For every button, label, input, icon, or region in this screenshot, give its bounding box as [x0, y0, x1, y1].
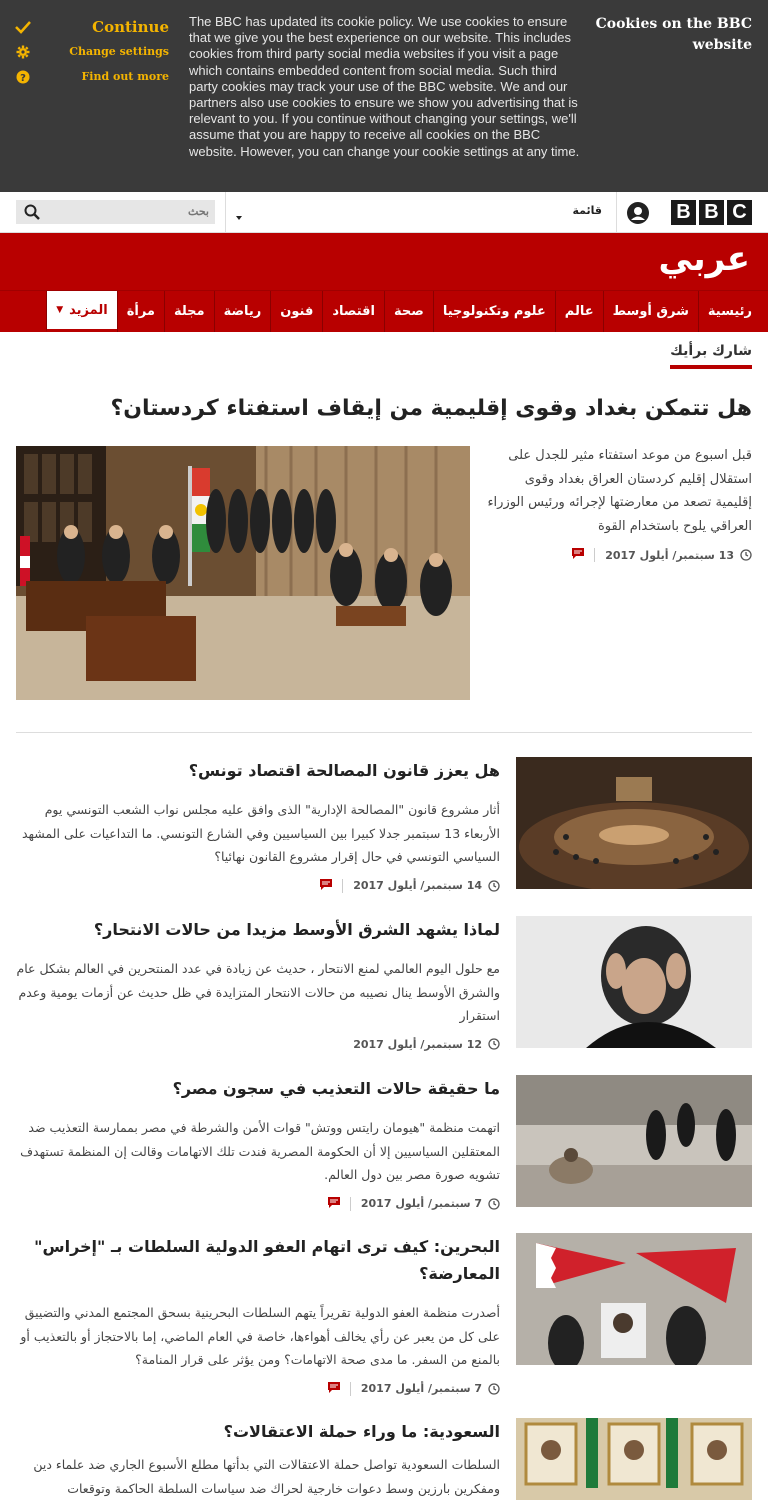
story-headline[interactable]: البحرين: كيف ترى اتهام العفو الدولية الس…: [16, 1233, 500, 1287]
list-item: البحرين: كيف ترى اتهام العفو الدولية الس…: [16, 1233, 752, 1403]
top-story-summary: قبل اسبوع من موعد استفتاء مثير للجدل على…: [487, 448, 752, 534]
find-out-more-link[interactable]: ? Find out more: [14, 64, 169, 89]
story-summary: السلطات السعودية تواصل حملة الاعتقالات ا…: [33, 1457, 500, 1496]
nav-item-world[interactable]: عالم: [554, 291, 603, 332]
nav-item-science-tech[interactable]: علوم وتكنولوجيا: [432, 291, 555, 332]
story-date: 7 سبتمبر/ أيلول 2017: [360, 1197, 482, 1210]
story-summary: أصدرت منظمة العفو الدولية تقريراً يتهم ا…: [20, 1305, 500, 1367]
story-thumbnail[interactable]: [516, 1233, 752, 1365]
top-story-headline[interactable]: هل تتمكن بغداد وقوى إقليمية من إيقاف است…: [16, 392, 752, 426]
top-story-image[interactable]: [16, 446, 470, 700]
divider: [616, 192, 617, 233]
story-date: 14 سبتمبر/ أيلول 2017: [353, 879, 482, 892]
story-headline[interactable]: هل يعزز قانون المصالحة اقتصاد تونس؟: [16, 757, 500, 784]
help-icon: ?: [14, 70, 32, 84]
masthead: B B C قائمة: [0, 192, 768, 233]
story-thumbnail[interactable]: [516, 757, 752, 889]
story-thumbnail[interactable]: [516, 916, 752, 1048]
caret-down-icon: ▼: [56, 305, 64, 315]
section-title[interactable]: شارك برأيك: [670, 343, 752, 369]
story-summary: مع حلول اليوم العالمي لمنع الانتحار ، حد…: [16, 961, 500, 1023]
story-body: ما حقيقة حالات التعذيب في سجون مصر؟ اتهم…: [16, 1075, 500, 1211]
comments-icon[interactable]: [327, 1196, 340, 1211]
story-body: السعودية: ما وراء حملة الاعتقالات؟ السلط…: [16, 1418, 500, 1500]
nav-item-middle-east[interactable]: شرق أوسط: [602, 291, 698, 332]
story-meta: 7 سبتمبر/ أيلول 2017: [16, 1381, 500, 1396]
top-story-meta: 13 سبتمبر/ أيلول 2017: [486, 548, 752, 562]
cookie-message: The BBC has updated its cookie policy. W…: [189, 14, 580, 159]
check-icon: [14, 20, 32, 34]
clock-icon: [488, 1197, 500, 1210]
nav-item-woman[interactable]: مرأة: [116, 291, 164, 332]
story-date: 13 سبتمبر/ أيلول 2017: [605, 548, 734, 562]
story-summary: اتهمت منظمة "هيومان رايتس ووتش" قوات الأ…: [20, 1120, 500, 1182]
divider: [594, 548, 596, 562]
nav-item-home[interactable]: رئيسية: [697, 291, 768, 332]
story-meta: 14 سبتمبر/ أيلول 2017: [16, 878, 500, 893]
list-item: السعودية: ما وراء حملة الاعتقالات؟ السلط…: [16, 1418, 752, 1500]
cookie-options: Continue Change settings ? Find out more: [14, 14, 169, 89]
search-icon[interactable]: [24, 204, 40, 224]
continue-button[interactable]: Continue: [14, 14, 169, 39]
story-summary: أثار مشروع قانون "المصالحة الإدارية" الذ…: [21, 802, 500, 864]
gear-icon: [14, 45, 32, 59]
account-icon[interactable]: [626, 201, 650, 225]
story-body: لماذا يشهد الشرق الأوسط مزيدا من حالات ا…: [16, 916, 500, 1051]
search-input[interactable]: [45, 200, 215, 224]
divider: [349, 1196, 351, 1211]
story-headline[interactable]: لماذا يشهد الشرق الأوسط مزيدا من حالات ا…: [16, 916, 500, 943]
bbc-logo[interactable]: B B C: [671, 200, 752, 225]
story-meta: 12 سبتمبر/ أيلول 2017: [16, 1038, 500, 1051]
nav-item-magazine[interactable]: مجلة: [163, 291, 214, 332]
nav-item-more[interactable]: المزيد ▼: [46, 291, 117, 332]
story-thumbnail[interactable]: [516, 1075, 752, 1207]
search-box: [16, 200, 215, 224]
chevron-down-icon[interactable]: [234, 207, 244, 226]
nav-more-label: المزيد: [69, 302, 108, 318]
nav-item-health[interactable]: صحة: [384, 291, 433, 332]
story-body: البحرين: كيف ترى اتهام العفو الدولية الس…: [16, 1233, 500, 1396]
cookie-title: Cookies on the BBC website: [595, 16, 752, 53]
list-item: ما حقيقة حالات التعذيب في سجون مصر؟ اتهم…: [16, 1075, 752, 1215]
clock-icon: [488, 1038, 500, 1050]
story-body: هل يعزز قانون المصالحة اقتصاد تونس؟ أثار…: [16, 757, 500, 893]
divider: [342, 878, 344, 893]
divider: [349, 1381, 351, 1396]
main-nav: رئيسية شرق أوسط عالم علوم وتكنولوجيا صحة…: [0, 290, 768, 332]
brand-bar: عربي: [0, 233, 768, 290]
story-headline[interactable]: ما حقيقة حالات التعذيب في سجون مصر؟: [16, 1075, 500, 1102]
divider: [225, 192, 226, 233]
story-thumbnail[interactable]: [516, 1418, 752, 1500]
section-heading: شارك برأيك: [670, 340, 752, 369]
bbc-letter: B: [671, 200, 696, 225]
bbc-letter: B: [699, 200, 724, 225]
nav-item-arts[interactable]: فنون: [270, 291, 322, 332]
nav-item-sport[interactable]: رياضة: [213, 291, 271, 332]
comments-icon[interactable]: [320, 878, 333, 893]
clock-icon: [740, 549, 752, 561]
bbc-letter: C: [727, 200, 752, 225]
story-date: 12 سبتمبر/ أيلول 2017: [353, 1037, 482, 1051]
menu-button[interactable]: قائمة: [572, 204, 602, 217]
list-item: لماذا يشهد الشرق الأوسط مزيدا من حالات ا…: [16, 916, 752, 1056]
clock-icon: [488, 879, 500, 892]
clock-icon: [488, 1382, 500, 1395]
story-headline[interactable]: السعودية: ما وراء حملة الاعتقالات؟: [16, 1418, 500, 1445]
comments-icon[interactable]: [327, 1381, 340, 1396]
service-logo[interactable]: عربي: [658, 239, 750, 279]
list-item: هل يعزز قانون المصالحة اقتصاد تونس؟ أثار…: [16, 757, 752, 897]
cookie-banner: Continue Change settings ? Find out more…: [0, 0, 768, 192]
story-date: 7 سبتمبر/ أيلول 2017: [360, 1382, 482, 1395]
story-meta: 7 سبتمبر/ أيلول 2017: [16, 1196, 500, 1211]
divider: [16, 732, 752, 733]
comments-icon[interactable]: [572, 548, 585, 562]
change-settings-link[interactable]: Change settings: [14, 39, 169, 64]
svg-text:?: ?: [20, 73, 26, 84]
nav-item-economy[interactable]: اقتصاد: [322, 291, 384, 332]
